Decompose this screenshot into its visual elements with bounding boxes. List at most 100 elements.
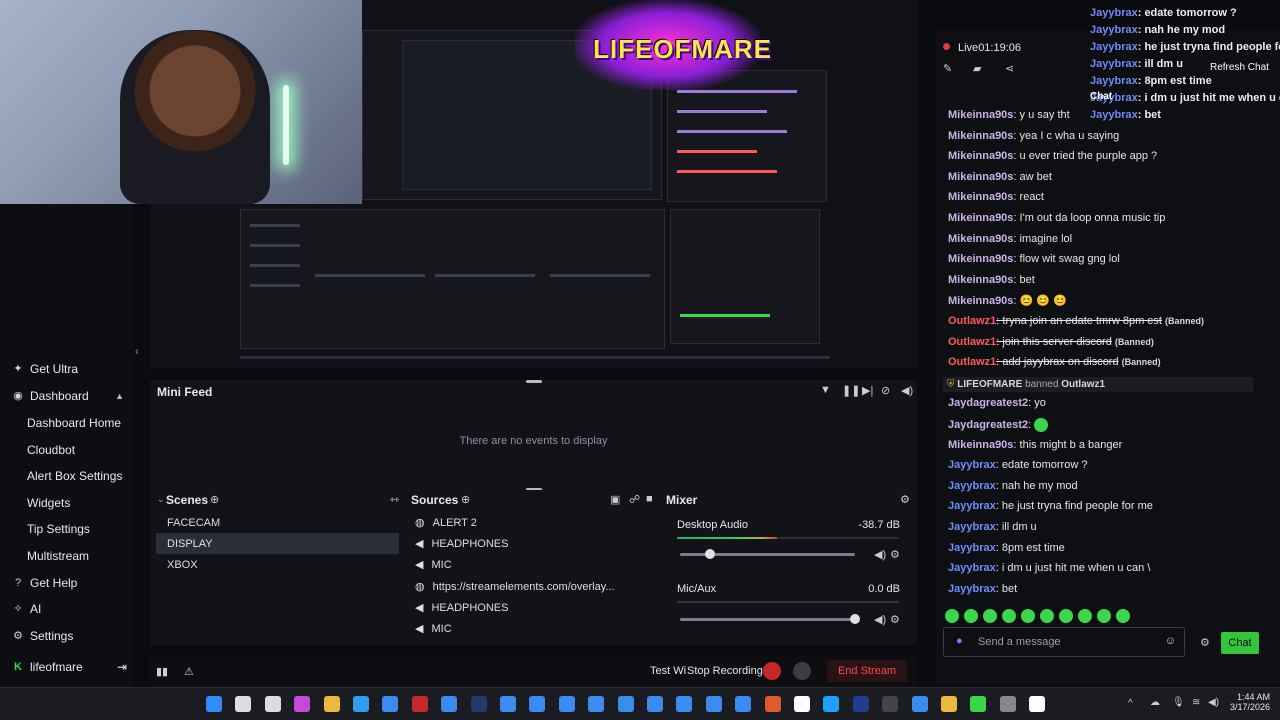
chat-username[interactable]: Mikeinna90s — [948, 439, 1013, 451]
app-icon[interactable] — [647, 696, 663, 712]
chat-username[interactable]: Outlawz1 — [948, 315, 996, 327]
sidebar-item-dashboard-home[interactable]: Dashboard Home — [27, 416, 121, 430]
volume-knob[interactable] — [704, 549, 715, 559]
emote-icon[interactable] — [1021, 608, 1035, 623]
sidebar-item-cloudbot[interactable]: Cloudbot — [27, 443, 75, 457]
mcafee-icon[interactable] — [411, 696, 428, 712]
emote-icon[interactable] — [1040, 608, 1054, 623]
source-filter-icon[interactable]: ☍ — [629, 493, 640, 506]
emote-icon[interactable] — [964, 608, 978, 623]
volume-knob[interactable] — [850, 614, 860, 624]
sidebar-item-settings[interactable]: ⚙ Settings — [12, 629, 73, 643]
filter-icon[interactable]: ▼ — [820, 384, 831, 396]
end-stream-button[interactable]: End Stream — [827, 660, 907, 682]
chat-username[interactable]: Jayybrax — [948, 542, 996, 554]
archive-icon[interactable]: ▰ — [973, 62, 981, 75]
sidebar-item-tip-settings[interactable]: Tip Settings — [27, 522, 90, 536]
app-icon[interactable] — [882, 696, 899, 712]
chat-username[interactable]: Mikeinna90s — [948, 274, 1013, 286]
chat-username[interactable]: Jayybrax — [948, 459, 996, 471]
source-item[interactable]: ◀ HEADPHONES — [415, 597, 650, 618]
tray-chevron-icon[interactable]: ^ — [1128, 698, 1133, 709]
copilot-icon[interactable] — [294, 696, 311, 712]
volume-tray-icon[interactable]: ◀) — [1208, 697, 1219, 708]
emote-icon[interactable] — [1116, 608, 1130, 623]
task-view-icon[interactable] — [264, 696, 281, 712]
volume-icon[interactable]: ◀) — [901, 384, 913, 397]
sidebar-item-account[interactable]: Klifeofmare ⇥ — [12, 660, 127, 674]
stats-icon[interactable]: ▮▮ — [156, 665, 168, 678]
speaker-icon[interactable]: ◀) — [874, 613, 886, 626]
source-item[interactable]: ◍ ALERT 2 — [415, 512, 650, 533]
scene-layout-icon[interactable]: ⇿ — [390, 493, 399, 506]
app-icon[interactable] — [823, 696, 840, 712]
chat-username[interactable]: Mikeinna90s — [948, 191, 1013, 203]
record-icon[interactable] — [763, 662, 781, 680]
capcut-icon[interactable] — [794, 696, 810, 712]
photoshop-icon[interactable] — [852, 696, 869, 712]
alert-icon[interactable]: ⚠ — [184, 665, 194, 678]
chat-username[interactable]: Jayybrax — [948, 480, 996, 492]
pause-icon[interactable]: ❚❚ — [842, 384, 860, 397]
chrome-icon[interactable] — [941, 696, 957, 712]
chat-message-input[interactable]: ● Send a message ☺ — [943, 627, 1185, 657]
volume-slider[interactable] — [680, 618, 855, 621]
app-icon[interactable] — [500, 696, 516, 712]
skip-icon[interactable]: ▶| — [862, 384, 873, 397]
chat-username[interactable]: Mikeinna90s — [948, 253, 1013, 265]
chat-username[interactable]: Mikeinna90s — [948, 295, 1013, 307]
chat-username[interactable]: Jayybrax — [948, 500, 996, 512]
sidebar-item-get-ultra[interactable]: ✦ Get Ultra — [12, 362, 78, 376]
mute-alerts-icon[interactable]: ⊘ — [881, 384, 890, 397]
banned-user[interactable]: Outlawz1 — [1061, 379, 1105, 390]
app-icon[interactable] — [705, 696, 722, 712]
folder-icon[interactable]: ■ — [646, 493, 653, 505]
stop-recording-button[interactable]: Stop Recording — [687, 665, 763, 677]
chat-username[interactable]: Mikeinna90s — [948, 109, 1013, 121]
emote-icon[interactable] — [1002, 608, 1016, 623]
emote-icon[interactable] — [1097, 608, 1111, 623]
search-icon[interactable] — [235, 696, 252, 712]
edit-icon[interactable]: ✎ — [943, 62, 952, 75]
app-icon[interactable] — [558, 696, 575, 712]
sidebar-item-widgets[interactable]: Widgets — [27, 496, 70, 510]
wifi-icon[interactable]: ≋ — [1192, 697, 1200, 708]
source-settings-icon[interactable]: ▣ — [610, 493, 620, 506]
app-icon[interactable] — [735, 696, 752, 712]
replay-buffer-icon[interactable] — [793, 662, 811, 680]
emote-icon[interactable] — [983, 608, 997, 623]
chat-settings-icon[interactable]: ⚙ — [1200, 636, 1210, 649]
app-icon[interactable] — [441, 696, 458, 712]
scene-item[interactable]: FACECAM — [156, 512, 399, 533]
chat-username[interactable]: Mikeinna90s — [948, 150, 1013, 162]
test-widget-label[interactable]: Test Wi — [650, 665, 686, 677]
chat-username[interactable]: Mikeinna90s — [948, 212, 1013, 224]
mixer-settings-icon[interactable]: ⚙ — [900, 493, 910, 506]
app-icon[interactable] — [676, 696, 693, 712]
chat-username[interactable]: Outlawz1 — [948, 336, 996, 348]
emote-icon[interactable] — [945, 608, 959, 623]
tray-cloud-icon[interactable]: ☁ — [1150, 697, 1160, 708]
channel-settings-icon[interactable]: ⚙ — [890, 548, 900, 561]
explorer-icon[interactable] — [323, 696, 340, 712]
add-source-icon[interactable]: ⊕ — [461, 493, 470, 506]
refresh-chat-button[interactable]: Refresh Chat — [1210, 62, 1269, 73]
sidebar-item-multistream[interactable]: Multistream — [27, 549, 89, 563]
tray-mic-icon[interactable]: 🎙 — [1172, 697, 1185, 708]
sidebar-item-alert-box-settings[interactable]: Alert Box Settings — [27, 469, 122, 483]
drag-handle[interactable] — [526, 380, 542, 383]
steam-icon[interactable] — [470, 696, 487, 712]
windows-icon[interactable] — [206, 696, 222, 712]
app-icon[interactable] — [588, 696, 605, 712]
obs-icon[interactable] — [999, 696, 1016, 712]
chat-username[interactable]: Outlawz1 — [948, 356, 996, 368]
mod-name[interactable]: LIFEOFMARE — [957, 379, 1022, 390]
chat-username[interactable]: Jaydagreatest2 — [948, 419, 1028, 431]
chevron-down-icon[interactable]: ⌄ — [157, 494, 165, 505]
capcut-icon[interactable] — [1029, 696, 1046, 712]
microphone-icon[interactable]: ● — [956, 635, 963, 647]
emote-icon[interactable] — [1059, 608, 1073, 623]
share-icon[interactable]: ⋖ — [1005, 62, 1014, 75]
emoji-icon[interactable]: ☺ — [1165, 635, 1176, 647]
source-item[interactable]: ◀ HEADPHONES — [415, 533, 650, 554]
